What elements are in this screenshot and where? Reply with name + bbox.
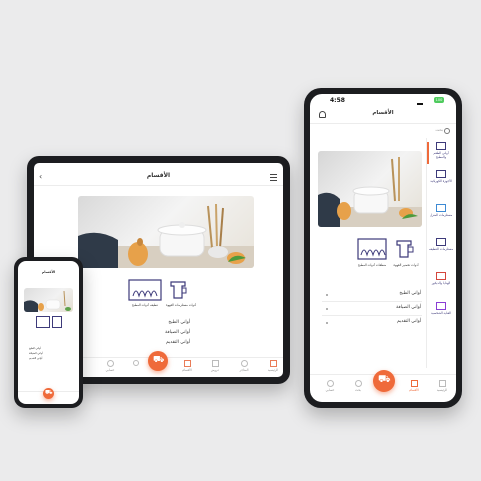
status-time: 4:58: [330, 97, 345, 104]
cart-button[interactable]: ⛟: [148, 351, 168, 371]
large-phone-screen: 4:58 100 الأقسام بحث أواني الطعم والمطبخ…: [310, 94, 456, 402]
search-icon[interactable]: [444, 128, 450, 134]
cart-button[interactable]: ⛟: [373, 370, 395, 392]
category-item[interactable]: أواني الضيافة: [29, 352, 43, 355]
pot-icon: [436, 142, 446, 150]
tab-categories[interactable]: الأقسام: [180, 360, 194, 372]
gift-icon: [436, 272, 446, 280]
product-label: أدوات تحضير القهوة: [393, 263, 419, 267]
category-item[interactable]: أواني التقديم: [397, 319, 421, 324]
tab-search[interactable]: بحث: [348, 380, 368, 392]
home-icon: [438, 380, 446, 387]
hero-banner[interactable]: [78, 196, 254, 268]
category-item[interactable]: أواني التقديم: [29, 357, 42, 360]
cart-button[interactable]: ⛟: [43, 388, 54, 399]
menu-icon[interactable]: [270, 174, 277, 181]
page-title: الأقسام: [41, 270, 56, 274]
product-label: منظفات أدوات المطبخ: [357, 263, 387, 267]
search-icon: [354, 380, 362, 387]
kitchenware-image: [318, 157, 422, 227]
tab-search[interactable]: [129, 360, 143, 367]
small-phone-screen: الأقسام أواني الطبخ أواني الضيافة أواني …: [18, 261, 79, 404]
search-input[interactable]: بحث: [435, 127, 443, 132]
sidebar-item[interactable]: مستلزمات التنظيف: [428, 238, 454, 251]
category-item[interactable]: أواني الطبخ: [29, 347, 41, 350]
sidebar-item[interactable]: الأجهزة الكهربائية: [428, 170, 454, 183]
hero-banner[interactable]: [24, 288, 73, 312]
cart-icon: ⛟: [153, 355, 165, 365]
sidebar-item[interactable]: مستلزمات المنزل: [428, 204, 454, 217]
sidebar-item[interactable]: أواني الطعم والمطبخ: [428, 142, 454, 159]
user-icon: [326, 380, 334, 387]
coffee-maker-icon: [396, 240, 414, 258]
category-item[interactable]: أواني الضيافة: [165, 330, 190, 335]
page-title: الأقسام: [372, 110, 394, 116]
product-card[interactable]: منظفات أدوات المطبخ: [355, 235, 389, 271]
battery-badge: 100: [434, 97, 444, 103]
product-label: أدوات مستلزمات القهوة: [166, 303, 197, 307]
category-item[interactable]: أواني الضيافة: [396, 305, 421, 310]
tab-home[interactable]: الرئيسية: [432, 380, 452, 392]
appliance-icon: [436, 170, 446, 178]
hero-banner[interactable]: [318, 151, 422, 227]
cleaning-icon: [436, 238, 446, 246]
dish-rack-icon: [128, 279, 162, 301]
product-label: تنظيف أدوات المطبخ: [131, 303, 159, 307]
tab-home[interactable]: الرئيسية: [266, 360, 280, 372]
small-phone-device: الأقسام أواني الطبخ أواني الضيافة أواني …: [14, 257, 83, 408]
product-icon[interactable]: [52, 316, 62, 328]
grid-icon: [410, 380, 418, 387]
page-title: الأقسام: [146, 172, 171, 179]
signal-icon: [417, 99, 423, 105]
product-card[interactable]: أدوات مستلزمات القهوة: [166, 276, 197, 310]
category-item[interactable]: أواني الطبخ: [168, 320, 190, 325]
tab-account[interactable]: حسابي: [320, 380, 340, 392]
product-card[interactable]: أدوات تحضير القهوة: [391, 235, 421, 271]
large-phone-device: 4:58 100 الأقسام بحث أواني الطعم والمطبخ…: [304, 88, 462, 408]
personal-care-icon: [436, 302, 446, 310]
dish-rack-icon: [357, 238, 387, 260]
category-item[interactable]: أواني التقديم: [166, 340, 190, 345]
tab-offers[interactable]: عروض: [208, 360, 222, 372]
tab-stores[interactable]: المتاجر: [237, 360, 251, 372]
product-icon[interactable]: [36, 316, 50, 328]
tab-account[interactable]: حسابي: [103, 360, 117, 372]
cart-icon: ⛟: [378, 374, 391, 385]
sidebar-item[interactable]: الهدايا والديكور: [428, 272, 454, 285]
kitchenware-image: [24, 290, 71, 312]
coffee-maker-icon: [170, 281, 187, 299]
sidebar-item[interactable]: العناية الشخصية: [428, 302, 454, 315]
category-item[interactable]: أواني الطبخ: [399, 291, 421, 296]
home-supplies-icon: [436, 204, 446, 212]
tab-categories[interactable]: الأقسام: [404, 380, 424, 392]
cart-icon: ⛟: [45, 389, 53, 396]
kitchenware-image: [78, 203, 254, 268]
product-card[interactable]: تنظيف أدوات المطبخ: [126, 276, 164, 310]
